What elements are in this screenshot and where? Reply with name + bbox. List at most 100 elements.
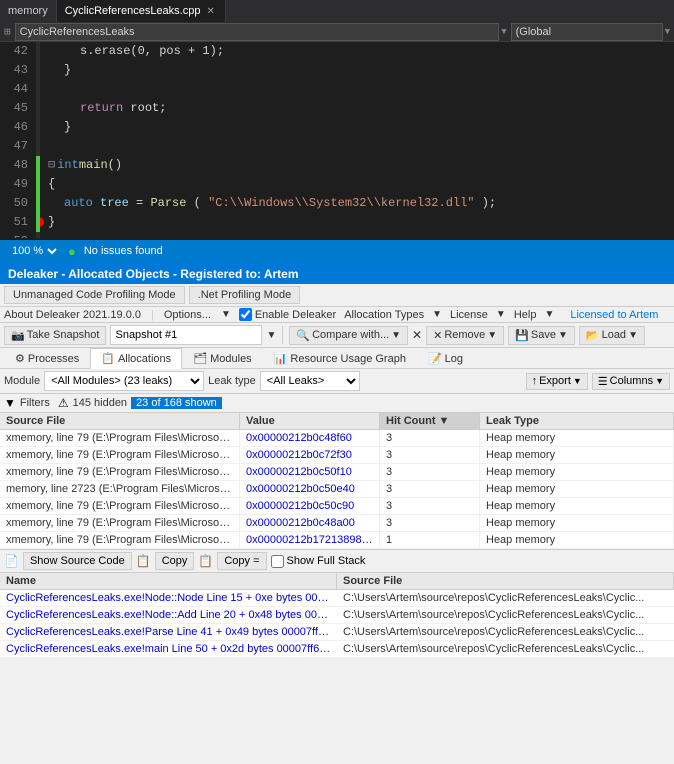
tab-resource-graph[interactable]: 📊 Resource Usage Graph bbox=[263, 348, 417, 368]
td-leaktype: Heap memory bbox=[480, 481, 674, 497]
td-leaktype: Heap memory bbox=[480, 464, 674, 480]
module-select[interactable]: <All Modules> (23 leaks) bbox=[44, 371, 204, 391]
columns-btn[interactable]: ☰ Columns ▼ bbox=[592, 373, 670, 390]
copy-all-icon: 📋 bbox=[198, 554, 213, 568]
compare-x[interactable]: ✕ bbox=[412, 328, 422, 342]
tab-log-label: Log bbox=[445, 353, 463, 365]
log-icon: 📝 bbox=[428, 352, 442, 365]
stack-th-name[interactable]: Name bbox=[0, 573, 337, 589]
mode-net[interactable]: .Net Profiling Mode bbox=[189, 286, 301, 304]
show-source-btn[interactable]: Show Source Code bbox=[23, 552, 132, 570]
columns-label: Columns bbox=[610, 375, 653, 387]
deleaker-title: Deleaker - Allocated Objects - Registere… bbox=[0, 264, 674, 284]
table-row[interactable]: memory, line 2723 (E:\Program Files\Micr… bbox=[0, 481, 674, 498]
tab-processes-label: Processes bbox=[28, 353, 79, 365]
stack-td-source: C:\Users\Artem\source\repos\CyclicRefere… bbox=[337, 641, 674, 657]
mode-unmanaged[interactable]: Unmanaged Code Profiling Mode bbox=[4, 286, 185, 304]
modules-icon: 🗂 bbox=[193, 352, 207, 365]
stack-row[interactable]: CyclicReferencesLeaks.exe!Node::Add Line… bbox=[0, 607, 674, 624]
parens-main: () bbox=[108, 156, 122, 175]
table-row[interactable]: xmemory, line 79 (E:\Program Files\Micro… bbox=[0, 464, 674, 481]
save-btn[interactable]: 💾 Save ▼ bbox=[508, 326, 575, 345]
export-icon: ↑ bbox=[532, 375, 538, 387]
save-icon: 💾 bbox=[515, 329, 529, 342]
tab-allocations[interactable]: 📋 Allocations bbox=[90, 348, 182, 369]
code-file-input[interactable] bbox=[15, 23, 500, 41]
status-bar: 100 % ● No issues found bbox=[0, 240, 674, 262]
table-row[interactable]: xmemory, line 79 (E:\Program Files\Micro… bbox=[0, 498, 674, 515]
deleaker-panel: Deleaker - Allocated Objects - Registere… bbox=[0, 262, 674, 658]
td-source: xmemory, line 79 (E:\Program Files\Micro… bbox=[0, 447, 240, 463]
tab-log[interactable]: 📝 Log bbox=[417, 348, 474, 368]
remove-btn[interactable]: ✕ Remove ▼ bbox=[426, 326, 504, 345]
help-arrow: ▼ bbox=[544, 309, 554, 320]
export-btn[interactable]: ↑ Export ▼ bbox=[526, 373, 588, 390]
td-source: memory, line 2723 (E:\Program Files\Micr… bbox=[0, 481, 240, 497]
module-label: Module bbox=[4, 375, 40, 387]
copy-all-btn[interactable]: Copy = bbox=[217, 552, 266, 570]
menu-options[interactable]: Options... bbox=[164, 309, 211, 321]
th-leaktype-label: Leak Type bbox=[486, 415, 539, 427]
enable-deleaker-checkbox[interactable] bbox=[239, 308, 252, 321]
allocations-table: Source File Value Hit Count ▼ Leak Type … bbox=[0, 413, 674, 549]
th-value[interactable]: Value bbox=[240, 413, 380, 429]
show-source-label: Show Source Code bbox=[30, 555, 125, 567]
td-value: 0x00000212b0c48a00 bbox=[240, 515, 380, 531]
copy-btn[interactable]: Copy bbox=[155, 552, 195, 570]
th-hitcount-label: Hit Count ▼ bbox=[386, 415, 449, 427]
compare-arrow: ▼ bbox=[391, 330, 401, 341]
table-row[interactable]: xmemory, line 79 (E:\Program Files\Micro… bbox=[0, 515, 674, 532]
compare-icon: 🔍 bbox=[296, 329, 310, 342]
table-row[interactable]: xmemory, line 79 (E:\Program Files\Micro… bbox=[0, 430, 674, 447]
table-row[interactable]: xmemory, line 79 (E:\Program Files\Micro… bbox=[0, 532, 674, 549]
remove-arrow: ▼ bbox=[487, 330, 497, 341]
shown-badge: 23 of 168 shown bbox=[131, 397, 222, 409]
compare-with-btn[interactable]: 🔍 Compare with... ▼ bbox=[289, 326, 408, 345]
menu-allocation-types[interactable]: Allocation Types bbox=[344, 309, 424, 321]
options-arrow: ▼ bbox=[221, 309, 231, 320]
tab-cpp[interactable]: CyclicReferencesLeaks.cpp ✕ bbox=[57, 0, 226, 22]
tab-cpp-close[interactable]: ✕ bbox=[204, 5, 216, 18]
zoom-select[interactable]: 100 % bbox=[8, 244, 60, 258]
th-source[interactable]: Source File bbox=[0, 413, 240, 429]
stack-td-name: CyclicReferencesLeaks.exe!main Line 50 +… bbox=[0, 641, 337, 657]
remove-label: Remove bbox=[444, 329, 485, 341]
code-text-45: return root; bbox=[80, 99, 166, 118]
menu-help[interactable]: Help bbox=[514, 309, 537, 321]
load-arrow: ▼ bbox=[628, 330, 638, 341]
stack-th-source[interactable]: Source File bbox=[337, 573, 674, 589]
tab-processes[interactable]: ⚙ Processes bbox=[4, 348, 90, 368]
load-label: Load bbox=[602, 329, 626, 341]
breakpoint-51[interactable] bbox=[40, 217, 44, 227]
stack-row[interactable]: CyclicReferencesLeaks.exe!Node::Node Lin… bbox=[0, 590, 674, 607]
stack-td-name: CyclicReferencesLeaks.exe!Node::Add Line… bbox=[0, 607, 337, 623]
th-leaktype[interactable]: Leak Type bbox=[480, 413, 674, 429]
td-hitcount: 3 bbox=[380, 498, 480, 514]
code-global-input[interactable] bbox=[511, 23, 663, 41]
show-full-stack-label[interactable]: Show Full Stack bbox=[271, 555, 366, 568]
td-leaktype: Heap memory bbox=[480, 532, 674, 548]
table-row[interactable]: xmemory, line 79 (E:\Program Files\Micro… bbox=[0, 447, 674, 464]
tab-modules[interactable]: 🗂 Modules bbox=[182, 348, 263, 368]
tab-memory[interactable]: memory bbox=[0, 0, 57, 22]
enable-deleaker-checkbox-label[interactable]: Enable Deleaker bbox=[239, 308, 336, 321]
td-leaktype: Heap memory bbox=[480, 498, 674, 514]
load-btn[interactable]: 📂 Load ▼ bbox=[579, 326, 645, 345]
menu-about[interactable]: About Deleaker 2021.19.0.0 bbox=[4, 309, 141, 321]
stack-header: Name Source File bbox=[0, 573, 674, 590]
td-hitcount: 1 bbox=[380, 532, 480, 548]
code-line-51: } bbox=[48, 213, 674, 232]
bottom-toolbar: 📄 Show Source Code 📋 Copy 📋 Copy = Show … bbox=[0, 549, 674, 573]
stack-td-name: CyclicReferencesLeaks.exe!Parse Line 41 … bbox=[0, 624, 337, 640]
take-snapshot-btn[interactable]: 📷 Take Snapshot bbox=[4, 326, 106, 345]
leak-type-select[interactable]: <All Leaks> bbox=[260, 371, 360, 391]
snapshot-input[interactable] bbox=[110, 325, 262, 345]
collapse-48[interactable]: ⊟ bbox=[48, 156, 55, 175]
th-hitcount[interactable]: Hit Count ▼ bbox=[380, 413, 480, 429]
code-expand-icon[interactable]: ⊞ bbox=[4, 25, 11, 39]
stack-row[interactable]: CyclicReferencesLeaks.exe!main Line 50 +… bbox=[0, 641, 674, 658]
stack-row[interactable]: CyclicReferencesLeaks.exe!Parse Line 41 … bbox=[0, 624, 674, 641]
menu-license[interactable]: License bbox=[450, 309, 488, 321]
td-leaktype: Heap memory bbox=[480, 515, 674, 531]
show-full-stack-checkbox[interactable] bbox=[271, 555, 284, 568]
